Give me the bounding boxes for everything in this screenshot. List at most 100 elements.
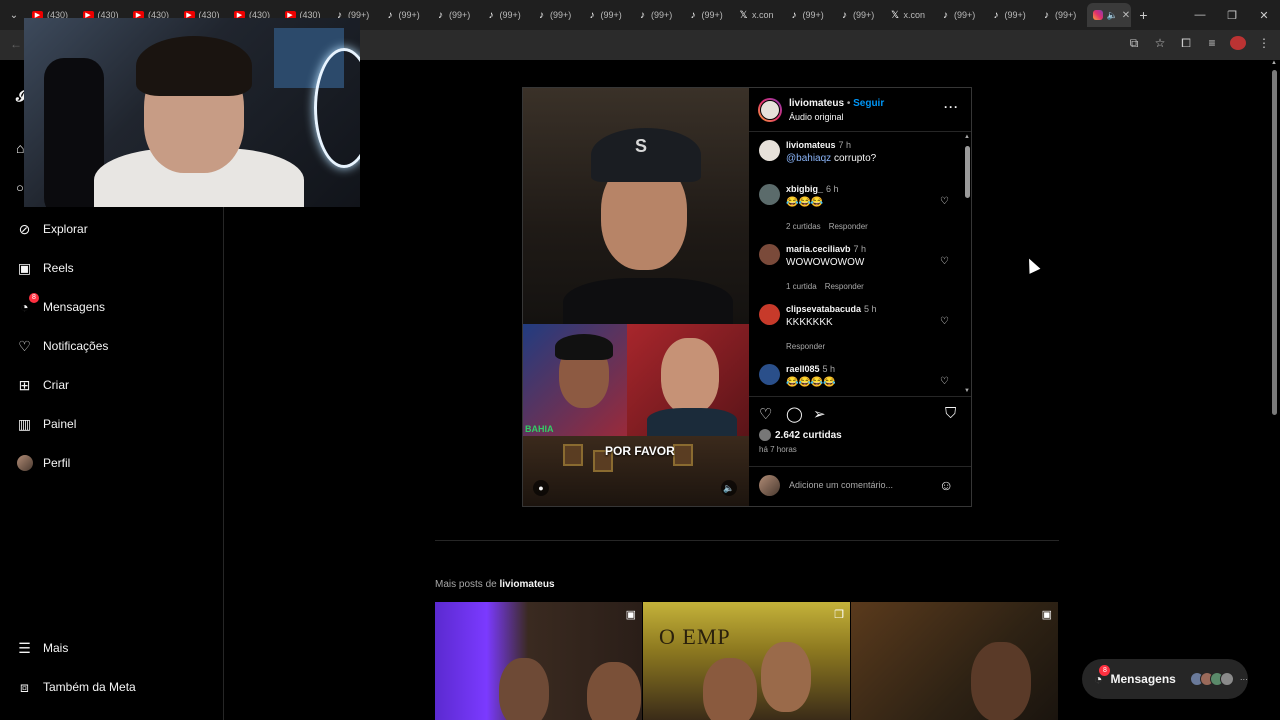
browser-tab[interactable]: ♪ (99+) [531,3,582,27]
comment-input[interactable] [789,476,939,494]
restore-icon[interactable]: ❐ [1216,0,1248,30]
nav-messages[interactable]: ◔ 8 Mensagens [16,292,105,319]
browser-tab[interactable]: ♪ (99+) [784,3,835,27]
minimize-icon[interactable]: — [1184,0,1216,30]
comment-like-heart-icon[interactable]: ♡ [940,196,949,207]
more-posts-username[interactable]: liviomateus [499,579,554,590]
follow-button[interactable]: Seguir [853,98,884,109]
tab-search-dropdown-icon[interactable]: ⌄ [2,3,26,27]
browser-tab[interactable]: ♪ (99+) [683,3,734,27]
comment-like-heart-icon[interactable]: ♡ [940,316,949,327]
profile-avatar [16,455,33,472]
emoji-icon[interactable]: ☺ [939,477,953,493]
commenter-avatar[interactable] [759,304,780,325]
commenter-avatar[interactable] [759,184,780,205]
page-scroll-up-icon[interactable]: ▲ [1271,60,1277,66]
tab-close-icon[interactable]: ✕ [1122,10,1130,21]
nav-dashboard[interactable]: ▥ Painel [16,412,76,436]
nav-notifications[interactable]: ♡ Notificações [16,334,108,358]
close-window-icon[interactable]: ✕ [1248,0,1280,30]
nav-create[interactable]: ⊞ Criar [16,373,69,397]
page-scroll-thumb[interactable] [1272,70,1277,415]
commenter-username[interactable]: maria.ceciliavb [786,244,851,254]
volume-icon[interactable]: 🔈 [721,480,737,496]
browser-tab[interactable]: ♪ (99+) [1036,3,1087,27]
comment-mention[interactable]: @bahiaqz [786,153,831,164]
media-control-icon[interactable]: ≡ [1204,36,1220,51]
reply-button[interactable]: Responder [829,222,868,231]
nav-reels[interactable]: ▣ Reels [16,256,74,280]
audio-label[interactable]: Áudio original [789,112,844,122]
mouse-cursor-icon [1023,256,1041,274]
extensions-icon[interactable]: ⧠ [1178,36,1194,51]
share-send-icon[interactable]: ➢ [813,405,826,423]
save-bookmark-icon[interactable]: ⛉ [945,405,956,422]
new-tab-button[interactable]: + [1131,7,1157,23]
browser-tab[interactable]: ♪ (99+) [986,3,1037,27]
scroll-thumb[interactable] [965,146,970,198]
browser-tab[interactable]: ♪ (99+) [582,3,633,27]
nav-explore-label: Explorar [43,222,88,236]
likes-row[interactable]: 2.642 curtidas [759,429,842,441]
cast-icon[interactable]: ⧉ [1126,36,1142,51]
tiktok-icon: ♪ [1044,9,1049,21]
scroll-down-arrow-icon[interactable]: ▼ [964,388,970,394]
tagged-user-icon[interactable]: ● [533,480,549,496]
commenter-avatar[interactable] [759,140,780,161]
browser-tab[interactable]: ♪ (99+) [380,3,431,27]
messages-floating-button[interactable]: ◔ 8 Mensagens ··· [1082,659,1248,699]
recent-contacts-avatars [1184,672,1234,686]
page-scrollbar[interactable]: ▲ [1270,60,1278,720]
commenter-avatar[interactable] [759,364,780,385]
browser-tab[interactable]: ♪ (99+) [481,3,532,27]
nav-more-label: Mais [43,641,69,655]
more-options-icon[interactable]: ··· [944,100,959,114]
post-video[interactable]: S BAHIA POR FAVOR ● 🔈 [523,88,749,506]
commenter-username[interactable]: raell085 [786,364,820,374]
scroll-up-arrow-icon[interactable]: ▲ [964,134,970,140]
thumbnail-sign-text: O EMP [659,624,731,649]
nav-also-from-meta[interactable]: ⧈ Também da Meta [16,675,136,699]
browser-tab-title: (99+) [550,10,572,20]
commenter-username[interactable]: clipsevatabacuda [786,304,861,314]
commenter-username[interactable]: xbigbig_ [786,184,823,194]
comment-likes[interactable]: 1 curtida [786,282,817,291]
reply-button[interactable]: Responder [786,342,825,351]
messenger-icon: ◔ 8 [1094,665,1111,687]
browser-tab-title: x.con [903,10,926,20]
nav-reels-label: Reels [43,261,74,275]
browser-tab[interactable]: ♪ (99+) [632,3,683,27]
nav-more[interactable]: ☰ Mais [16,636,68,660]
commenter-avatar[interactable] [759,244,780,265]
browser-menu-icon[interactable]: ⋮ [1256,36,1272,51]
comments-scrollbar[interactable]: ▲ ▼ [963,134,971,394]
like-heart-icon[interactable]: ♡ [759,405,772,423]
reply-button[interactable]: Responder [825,282,864,291]
browser-tab[interactable]: ♪ (99+) [430,3,481,27]
commenter-username[interactable]: liviomateus [786,140,836,150]
compass-icon: ⊘ [18,220,31,237]
nav-explore[interactable]: ⊘ Explorar [16,217,88,241]
commenter-line: raell085 5 h [786,364,835,374]
browser-tab[interactable]: 𝕏x.con [885,3,936,27]
commenter-line: liviomateus 7 h [786,140,851,150]
comment-likes[interactable]: 2 curtidas [786,222,821,231]
browser-tab[interactable]: 𝕏x.con [733,3,784,27]
comment-like-heart-icon[interactable]: ♡ [940,256,949,267]
back-icon[interactable]: ← [10,37,22,51]
more-post-thumbnail-2[interactable]: O EMP ❐ [643,602,850,720]
browser-tab[interactable]: ♪ (99+) [935,3,986,27]
browser-tab[interactable]: ♪ (99+) [834,3,885,27]
nav-profile[interactable]: Perfil [16,451,70,475]
author-avatar[interactable] [758,98,782,122]
more-post-thumbnail-1[interactable]: ▣ [435,602,642,720]
more-post-thumbnail-3[interactable]: ▣ [851,602,1058,720]
speaker-icon[interactable]: 🔈 [1107,10,1118,21]
tab-active-instagram[interactable]: 🔈 ✕ [1086,3,1131,27]
profile-avatar-icon[interactable] [1230,36,1246,50]
author-username[interactable]: liviomateus [789,98,844,109]
comment-text: KKKKKKK [786,317,833,328]
comment-like-heart-icon[interactable]: ♡ [940,376,949,387]
comment-bubble-icon[interactable]: ◯ [786,405,803,423]
bookmark-star-icon[interactable]: ☆ [1152,36,1168,51]
